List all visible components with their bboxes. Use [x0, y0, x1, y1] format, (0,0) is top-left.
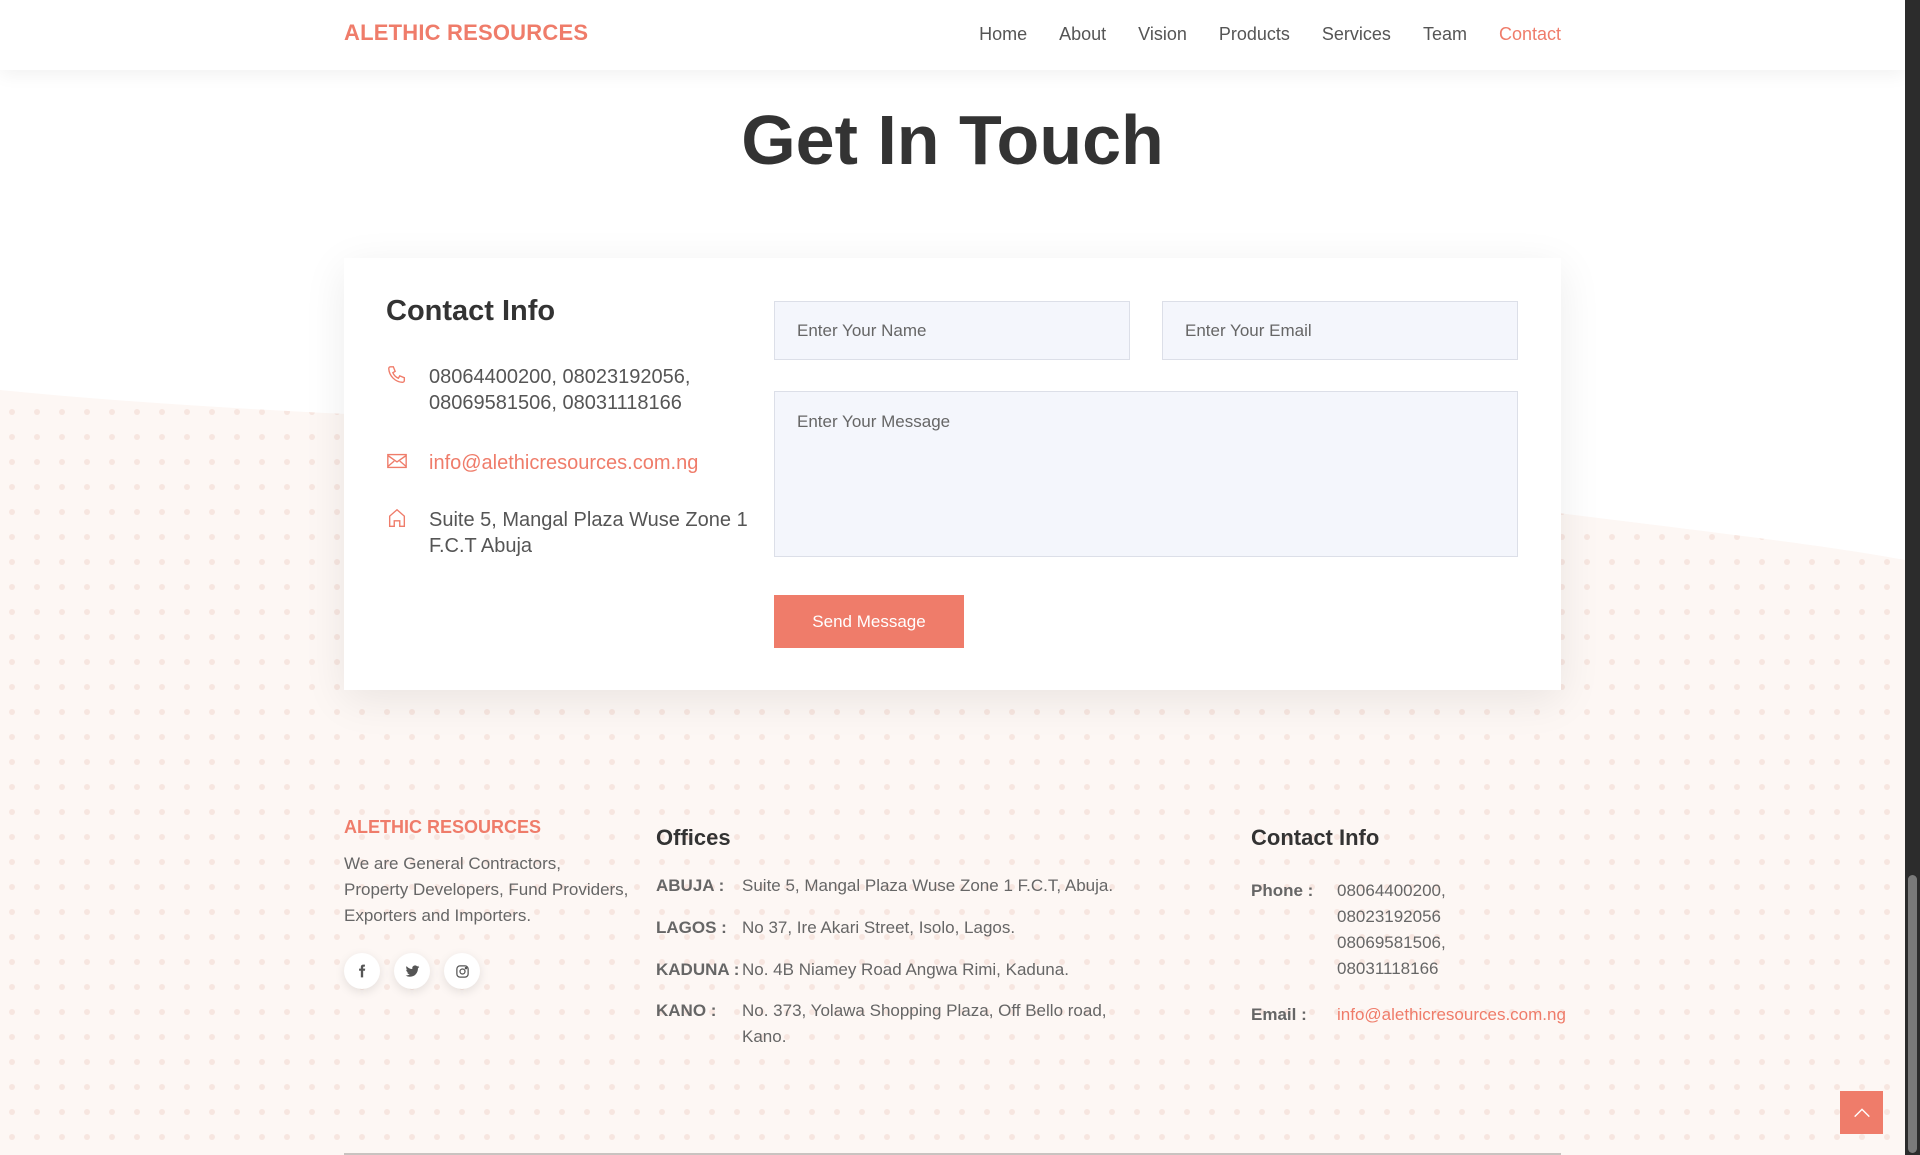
- footer-email-row: Email : info@alethicresources.com.ng: [1251, 1002, 1597, 1028]
- nav-services[interactable]: Services: [1322, 24, 1391, 45]
- nav-products[interactable]: Products: [1219, 24, 1290, 45]
- office-address: No 37, Ire Akari Street, Isolo, Lagos.: [742, 918, 1016, 937]
- chevron-up-icon: [1853, 1107, 1870, 1117]
- office-address: Suite 5, Mangal Plaza Wuse Zone 1 F.C.T,…: [742, 876, 1114, 895]
- office-label: ABUJA :: [656, 876, 725, 895]
- office-label: KADUNA :: [656, 960, 740, 979]
- phone-value: 08064400200, 08023192056 08069581506, 08…: [1337, 881, 1446, 978]
- instagram-icon[interactable]: [444, 953, 480, 989]
- site-footer: ALETHIC RESOURCES We are General Contrac…: [0, 800, 1905, 1155]
- nav-contact[interactable]: Contact: [1499, 24, 1561, 45]
- footer-contact-heading: Contact Info: [1251, 825, 1380, 850]
- footer-description: We are General Contractors, Property Dev…: [344, 854, 629, 925]
- office-label: KANO :: [656, 1001, 717, 1020]
- nav-home[interactable]: Home: [979, 24, 1027, 45]
- office-row-lagos: LAGOS : No 37, Ire Akari Street, Isolo, …: [656, 915, 1122, 941]
- twitter-icon[interactable]: [394, 953, 430, 989]
- contact-phone: 08064400200, 08023192056, 08069581506, 0…: [429, 366, 691, 414]
- nav-about[interactable]: About: [1059, 24, 1106, 45]
- social-links: [344, 953, 480, 989]
- contact-card: Contact Info 08064400200, 08023192056, 0…: [344, 258, 1561, 690]
- back-to-top-button[interactable]: [1840, 1091, 1883, 1134]
- contact-address: Suite 5, Mangal Plaza Wuse Zone 1 F.C.T …: [429, 509, 748, 557]
- office-row-kaduna: KADUNA : No. 4B Niamey Road Angwa Rimi, …: [656, 957, 1122, 983]
- contact-info-heading: Contact Info: [386, 295, 556, 327]
- contact-address-row: Suite 5, Mangal Plaza Wuse Zone 1 F.C.T …: [386, 507, 759, 559]
- contact-phone-row: 08064400200, 08023192056, 08069581506, 0…: [386, 364, 759, 416]
- offices-heading: Offices: [656, 825, 731, 850]
- footer-brand: ALETHIC RESOURCES: [344, 817, 542, 837]
- nav-team[interactable]: Team: [1423, 24, 1467, 45]
- site-header: ALETHIC RESOURCES Home About Vision Prod…: [0, 0, 1905, 70]
- office-row-kano: KANO : No. 373, Yolawa Shopping Plaza, O…: [656, 998, 1122, 1050]
- footer-phone-row: Phone : 08064400200, 08023192056 0806958…: [1251, 878, 1517, 982]
- home-icon: [386, 507, 429, 559]
- office-label: LAGOS :: [656, 918, 727, 937]
- facebook-icon[interactable]: [344, 953, 380, 989]
- main-nav: Home About Vision Products Services Team…: [979, 24, 1561, 45]
- office-address: No. 373, Yolawa Shopping Plaza, Off Bell…: [742, 1001, 1107, 1046]
- page-title: Get In Touch: [741, 101, 1164, 179]
- contact-email-link[interactable]: info@alethicresources.com.ng: [429, 450, 759, 476]
- envelope-icon: [386, 450, 429, 476]
- page-scrollbar[interactable]: [1905, 0, 1920, 1155]
- nav-vision[interactable]: Vision: [1138, 24, 1187, 45]
- brand-logo[interactable]: ALETHIC RESOURCES: [344, 20, 588, 46]
- office-address: No. 4B Niamey Road Angwa Rimi, Kaduna.: [742, 960, 1069, 979]
- contact-email-row: info@alethicresources.com.ng: [386, 450, 759, 476]
- email-label: Email :: [1251, 1005, 1307, 1024]
- send-message-button[interactable]: Send Message: [774, 595, 964, 648]
- name-input[interactable]: [774, 301, 1130, 360]
- email-input[interactable]: [1162, 301, 1518, 360]
- office-row-abuja: ABUJA : Suite 5, Mangal Plaza Wuse Zone …: [656, 873, 1122, 899]
- footer-email-link[interactable]: info@alethicresources.com.ng: [1337, 1002, 1597, 1028]
- phone-label: Phone :: [1251, 881, 1314, 900]
- message-textarea[interactable]: [774, 391, 1518, 557]
- phone-icon: [386, 364, 429, 416]
- scrollbar-thumb[interactable]: [1908, 875, 1917, 1153]
